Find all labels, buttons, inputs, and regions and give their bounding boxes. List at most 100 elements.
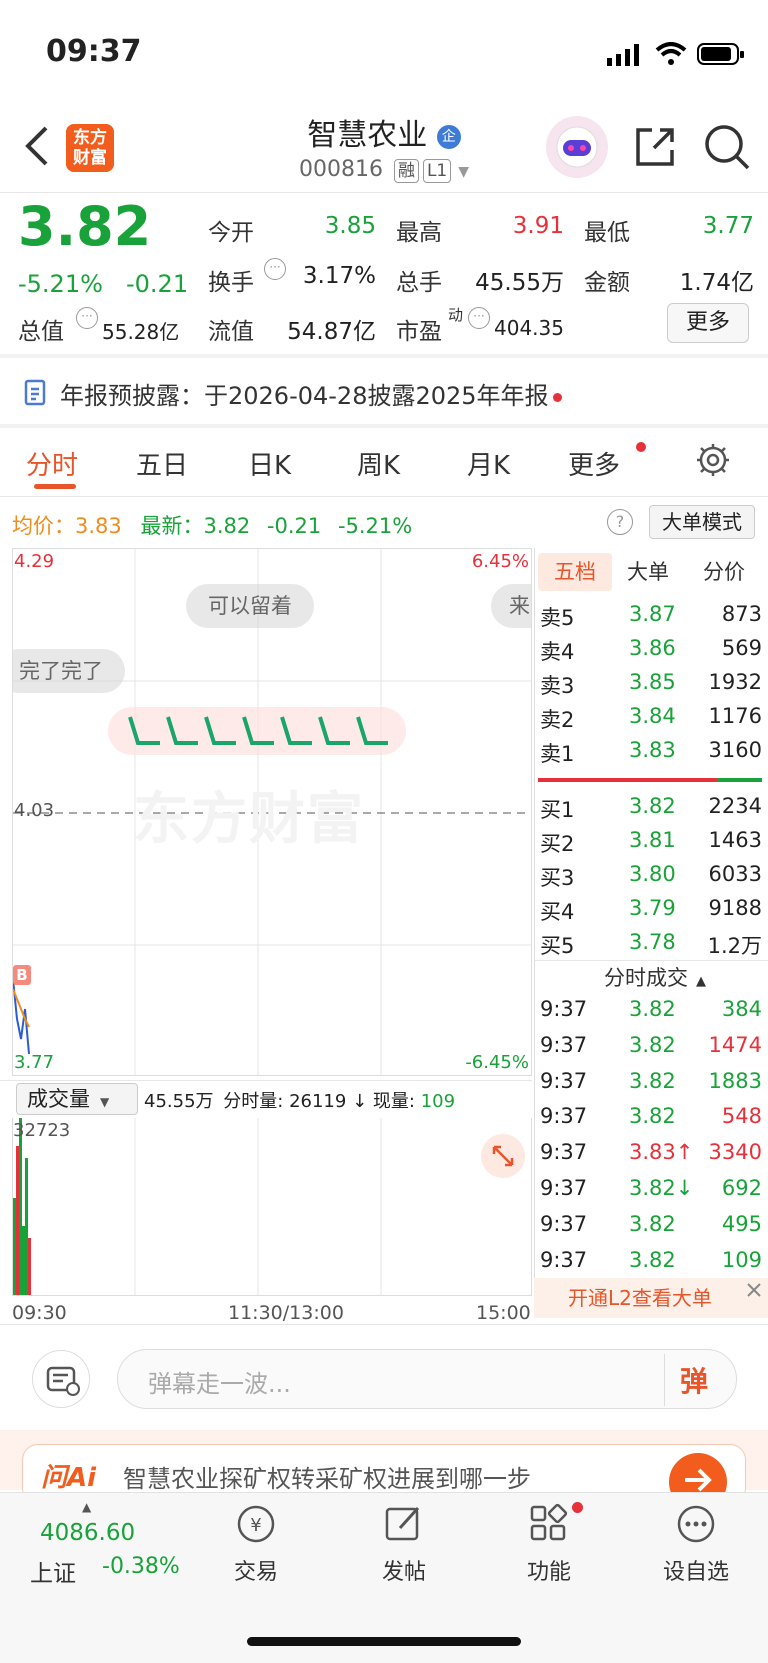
indicator-select[interactable]: 成交量 ▼ xyxy=(16,1083,138,1115)
info-icon[interactable]: ··· xyxy=(264,258,286,280)
stock-name: 智慧农业 xyxy=(307,118,428,153)
change-pct: -5.21% xyxy=(18,270,103,298)
float-label: 流值 xyxy=(208,319,254,345)
divider xyxy=(0,192,768,193)
bid-row: 买4 3.79 9188 xyxy=(540,896,762,930)
danmaku-bubble: 来 xyxy=(491,584,531,628)
nav-post[interactable]: 发帖 xyxy=(368,1500,440,1590)
enterprise-badge: 企 xyxy=(436,124,461,149)
danmaku-input-placeholder: 弹幕走一波... xyxy=(148,1370,291,1398)
notice-text[interactable]: 年报预披露：于2026-04-28披露2025年年报 xyxy=(60,376,562,411)
ask-row: 卖1 3.83 3160 xyxy=(540,738,762,772)
nav-function[interactable]: 功能 xyxy=(513,1500,585,1590)
tab-intraday[interactable]: 分时 xyxy=(26,445,78,482)
minute-volume-arrow: ↓ xyxy=(352,1091,368,1112)
ask-price: 3.86 xyxy=(629,636,676,660)
section-gap xyxy=(0,424,768,428)
minute-volume-value: 26119 xyxy=(289,1091,347,1112)
turnover-value: 3.17% xyxy=(302,263,376,289)
help-icon[interactable]: ? xyxy=(607,509,633,535)
ask-row: 卖5 3.87 873 xyxy=(540,602,762,636)
bid-label: 买5 xyxy=(540,934,575,958)
nav-watchlist[interactable]: 设自选 xyxy=(656,1500,736,1590)
signal-icon xyxy=(607,44,643,66)
x-label-mid: 11:30/13:00 xyxy=(228,1302,344,1324)
ticks-title: 分时成交 xyxy=(604,966,688,990)
volume-chart[interactable]: 32723 xyxy=(12,1118,532,1296)
robot-avatar-icon[interactable] xyxy=(546,116,608,178)
pct-min-label: -6.45% xyxy=(465,1052,529,1073)
collapse-caret-icon: ▲ xyxy=(696,974,706,989)
buy-marker-badge: B xyxy=(13,965,31,985)
index-ticker[interactable]: ▲ 4086.60 上证 -0.38% xyxy=(26,1500,196,1590)
more-button[interactable]: 更多 xyxy=(667,303,749,343)
tick-row: 9:37 3.82 548 xyxy=(540,1104,762,1138)
tick-time: 9:37 xyxy=(540,1248,588,1272)
bid-label: 买3 xyxy=(540,866,575,890)
danmaku-settings-icon[interactable] xyxy=(32,1350,90,1408)
nav-trade[interactable]: ¥ 交易 xyxy=(220,1500,292,1590)
expand-icon[interactable] xyxy=(481,1134,525,1178)
divider xyxy=(0,1324,768,1325)
ask-row: 卖3 3.85 1932 xyxy=(540,670,762,704)
tab-more-dot xyxy=(636,442,646,452)
search-icon[interactable] xyxy=(702,122,752,176)
section-gap xyxy=(0,354,768,358)
info-icon[interactable]: ··· xyxy=(76,307,98,329)
bid-label: 买4 xyxy=(540,900,575,924)
bid-label: 买1 xyxy=(540,798,575,822)
danmaku-input[interactable]: 弹幕走一波... 弹 xyxy=(117,1349,737,1409)
danmaku-send-button[interactable]: 弹 xyxy=(680,1360,708,1400)
ask-label: 卖1 xyxy=(540,742,575,766)
divider xyxy=(0,496,768,497)
tick-time: 9:37 xyxy=(540,997,588,1021)
volume-total: 45.55万 xyxy=(144,1091,214,1112)
tick-volume: 384 xyxy=(721,997,762,1021)
l2-promo-banner[interactable]: 开通L2查看大单 xyxy=(534,1278,768,1318)
tab-daily-k[interactable]: 日K xyxy=(248,445,291,482)
bid-price: 3.81 xyxy=(629,828,676,852)
ai-question: 智慧农业探矿权转采矿权进展到哪一步 xyxy=(123,1465,531,1493)
pe-label: 市盈 xyxy=(396,319,442,345)
ask-label: 卖2 xyxy=(540,708,575,732)
pct-max-label: 6.45% xyxy=(471,551,529,572)
tab-price-dist[interactable]: 分价 xyxy=(703,553,745,591)
index-value: 4086.60 xyxy=(40,1520,136,1546)
dropdown-icon: ▼ xyxy=(458,164,470,180)
big-order-mode-button[interactable]: 大单模式 xyxy=(649,505,755,539)
open-label: 今开 xyxy=(208,220,254,246)
turnover-label: 换手 xyxy=(208,270,254,296)
tab-five-day[interactable]: 五日 xyxy=(136,445,188,482)
close-icon[interactable] xyxy=(742,1278,766,1302)
mcap-value: 55.28亿 xyxy=(102,320,180,344)
ticks-header[interactable]: 分时成交 ▲ xyxy=(604,962,706,992)
tick-volume: 1474 xyxy=(708,1033,762,1057)
share-icon[interactable] xyxy=(632,124,678,174)
ask-row: 卖2 3.84 1176 xyxy=(540,704,762,738)
last-price: 3.82 xyxy=(18,195,152,258)
price-chart[interactable]: 东方财富 4.29 6.45% 4.03 3.77 -6.45% B 可以留着 … xyxy=(12,548,532,1076)
tick-row: 9:37 3.83↑ 3340 xyxy=(540,1140,762,1174)
select-arrow-icon: ▼ xyxy=(100,1095,110,1109)
index-up-caret-icon: ▲ xyxy=(82,1500,92,1514)
nav-post-label: 发帖 xyxy=(381,1560,426,1585)
low-value: 3.77 xyxy=(702,213,754,239)
tick-time: 9:37 xyxy=(540,1176,588,1200)
volume-value: 45.55万 xyxy=(475,270,564,296)
trade-icon: ¥ xyxy=(237,1505,275,1543)
nav-function-label: 功能 xyxy=(526,1560,571,1585)
ask-volume: 873 xyxy=(721,602,762,626)
tab-big-order[interactable]: 大单 xyxy=(627,553,669,591)
avg-value: 3.83 xyxy=(75,514,122,538)
tab-monthly-k[interactable]: 月K xyxy=(467,445,510,482)
price-max-label: 4.29 xyxy=(14,551,55,572)
tab-weekly-k[interactable]: 周K xyxy=(357,445,400,482)
index-name: 上证 xyxy=(30,1561,76,1587)
settings-gear-icon[interactable] xyxy=(695,442,731,482)
tick-price: 3.82 xyxy=(629,1104,676,1128)
tick-price: 3.82↓ xyxy=(629,1176,694,1200)
info-icon[interactable]: ··· xyxy=(468,307,490,329)
tab-five-level[interactable]: 五档 xyxy=(538,553,612,591)
ask-price: 3.85 xyxy=(629,670,676,694)
tab-more[interactable]: 更多 xyxy=(568,445,620,482)
